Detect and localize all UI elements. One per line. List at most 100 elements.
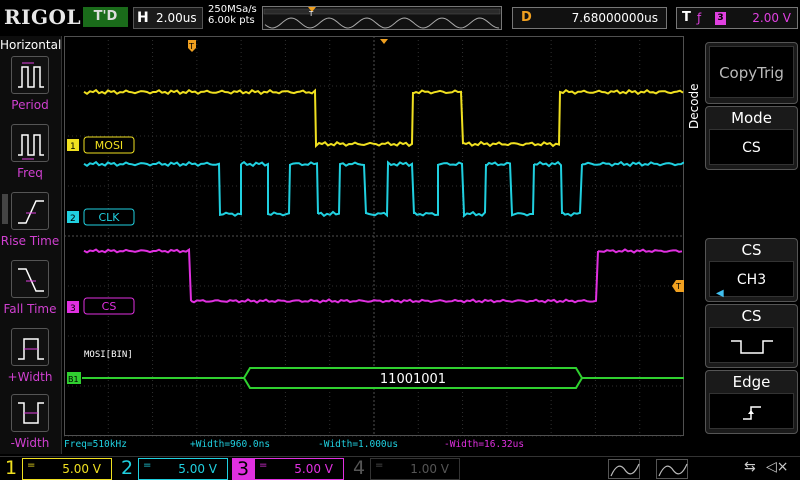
trigger-position-text: T [188, 42, 194, 51]
bus-title: MOSI[BIN] [84, 350, 133, 360]
measure-period-label: Period [11, 98, 49, 112]
cs-channel-header: CS [741, 241, 762, 259]
svg-text:1: 1 [70, 142, 76, 152]
svg-text:MOSI: MOSI [95, 139, 123, 152]
measure-nwidth-label: -Width [10, 436, 50, 450]
delay-display[interactable]: D 7.68000000us [512, 7, 667, 29]
rising-edge-icon: ƒ [697, 11, 702, 25]
mosi-label: MOSI [83, 136, 135, 154]
ch2-marker[interactable]: 2 [67, 211, 79, 224]
measure-fall-time-label: Fall Time [3, 302, 57, 316]
negative-width-icon [11, 394, 49, 432]
run-state-badge[interactable]: T'D [83, 7, 128, 27]
ch1-coupling-icon: = [27, 460, 36, 471]
source2-sine-icon[interactable] [656, 459, 688, 479]
cs-waveform [83, 247, 683, 304]
measure-rise-time-button[interactable]: Rise Time [0, 192, 60, 254]
positive-width-icon [11, 328, 49, 366]
measure-nwidth-button[interactable]: -Width [0, 394, 60, 456]
sample-rate: 250MSa/s [208, 4, 257, 15]
mosi-waveform [83, 88, 684, 149]
waveform-display[interactable]: T 1 MOSI 2 CLK 3 CS T MOSI[BIN] B1 11001… [63, 35, 685, 454]
trigger-key: T [682, 10, 691, 25]
mode-menu-item[interactable]: Mode CS [705, 106, 798, 170]
edge-box [709, 393, 794, 429]
center-marker [380, 39, 388, 44]
cs-polarity-header: CS [741, 307, 762, 325]
bus-marker[interactable]: B1 [67, 372, 81, 384]
ch1-number: 1 [4, 457, 18, 479]
ch1-marker[interactable]: 1 [67, 139, 79, 152]
timebase-value: 2.00us [156, 11, 197, 25]
mode-value: CS [709, 129, 794, 165]
active-low-icon [730, 340, 773, 354]
svg-text:CS: CS [102, 300, 117, 313]
clk-waveform [83, 160, 685, 218]
measure-period-button[interactable]: Period [0, 56, 60, 118]
svg-text:T: T [675, 282, 681, 291]
copytrig-button[interactable]: CopyTrig [705, 42, 798, 104]
ch4-number: 4 [352, 457, 366, 479]
channel-bar: 1 = 5.00 V 2 = 5.00 V 3 = 5.00 V 4 = 1.0… [0, 456, 800, 480]
measure-freq-readout: Freq=510kHz [64, 439, 127, 450]
measure-panel: Horizontal Period Freq Rise Time Fall Ti… [0, 36, 62, 454]
cs-label: CS [83, 297, 135, 315]
cs-polarity-box [709, 327, 794, 363]
memory-depth: 6.00k pts [208, 15, 255, 26]
ch4-coupling-icon: = [375, 460, 384, 471]
clk-label: CLK [83, 208, 135, 226]
svg-text:3: 3 [70, 304, 76, 314]
measure-category-title[interactable]: Horizontal [0, 38, 61, 52]
measure-freq-button[interactable]: Freq [0, 124, 60, 186]
ch4-scale: 1.00 V [410, 462, 449, 476]
measure-fall-time-button[interactable]: Fall Time [0, 260, 60, 322]
memory-overview[interactable]: T [262, 6, 502, 30]
delay-key: D [521, 10, 532, 25]
ch3-number: 3 [232, 458, 254, 480]
trigger-level-marker[interactable]: T [672, 280, 684, 292]
ch2-coupling-icon: = [143, 460, 152, 471]
acquisition-info: 250MSa/s 6.00k pts [208, 4, 257, 26]
svg-text:CLK: CLK [98, 211, 120, 224]
rising-edge-select-icon [742, 406, 761, 420]
cs-channel-menu-item[interactable]: CS ◀ CH3 [705, 238, 798, 302]
status-bar: RIGOL T'D H 2.00us 250MSa/s 6.00k pts T … [0, 0, 800, 36]
timebase-key: H [137, 10, 149, 26]
source1-sine-icon[interactable] [608, 459, 640, 479]
measure-pwidth-label: +Width [7, 370, 53, 384]
ch3-coupling-icon: = [259, 460, 268, 471]
delay-value: 7.68000000us [571, 11, 658, 25]
ch1-scale: 5.00 V [62, 462, 101, 476]
cs-channel-box: ◀ CH3 [709, 261, 794, 299]
cs-channel-value: CH3 [736, 272, 767, 288]
measure-nwidth-readout: -Width=1.000us [318, 439, 398, 450]
speaker-muted-icon[interactable]: ◁× [766, 459, 789, 475]
rise-time-icon [11, 192, 49, 230]
trigger-position-marker: T [188, 40, 196, 52]
trigger-level: 2.00 V [752, 11, 791, 25]
edge-menu-item[interactable]: Edge [705, 370, 798, 434]
decode-menu-title: Decode [687, 83, 701, 129]
frequency-icon [11, 124, 49, 162]
fall-time-icon [11, 260, 49, 298]
ch3-scale: 5.00 V [294, 462, 333, 476]
mode-header: Mode [731, 109, 772, 127]
measure-cs-nwidth-readout: -Width=16.32us [444, 439, 524, 450]
measure-rise-time-label: Rise Time [0, 234, 60, 248]
rigol-logo: RIGOL [4, 5, 82, 29]
copytrig-label: CopyTrig [709, 46, 794, 98]
measure-freq-label: Freq [17, 166, 43, 180]
svg-text:T: T [308, 10, 314, 18]
svg-text:2: 2 [70, 214, 76, 224]
ch3-marker[interactable]: 3 [67, 301, 79, 314]
cs-polarity-menu-item[interactable]: CS [705, 304, 798, 368]
measure-pwidth-readout: +Width=960.0ns [190, 439, 270, 450]
timebase-display[interactable]: H 2.00us [133, 7, 203, 29]
measure-pwidth-button[interactable]: +Width [0, 328, 60, 390]
memory-overview-wave: T [263, 7, 501, 29]
usb-icon: ⇆ [744, 459, 756, 475]
decode-menu: Decode CopyTrig Mode CS CS ◀ CH3 CS Edge [685, 36, 800, 454]
trigger-display[interactable]: T ƒ 3 2.00 V [676, 7, 798, 29]
period-icon [11, 56, 49, 94]
bus-decoded-value: 11001001 [380, 372, 446, 387]
